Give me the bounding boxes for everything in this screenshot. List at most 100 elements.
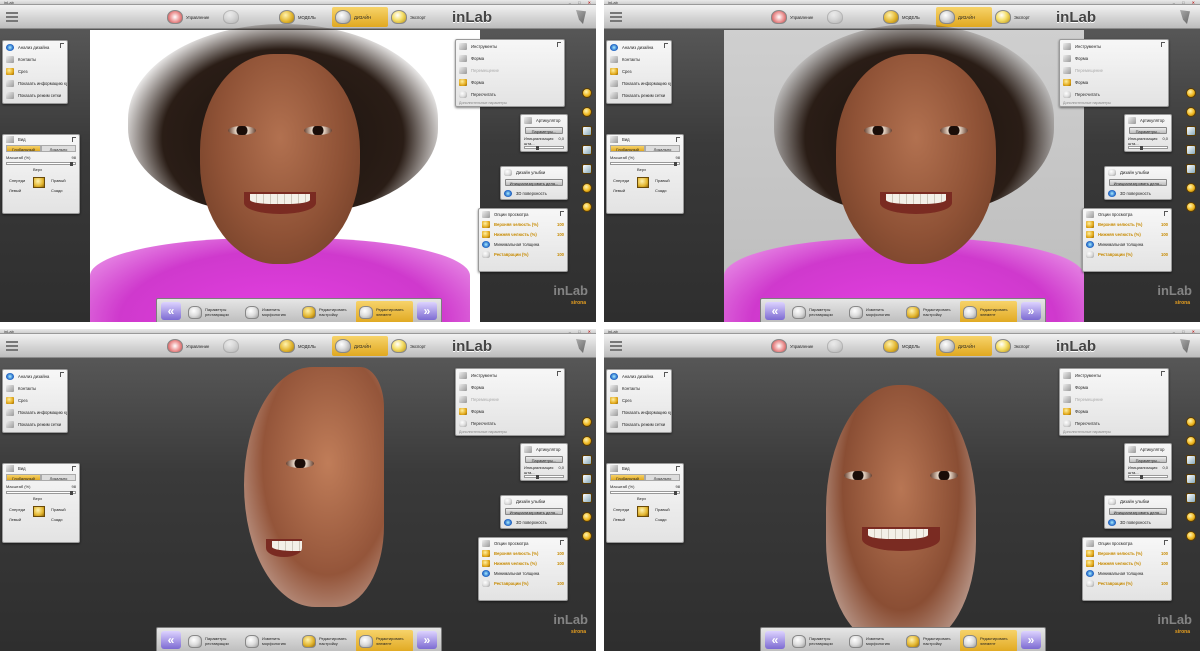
view-left[interactable]: Левый (9, 188, 21, 193)
view-option-item[interactable]: Реставрации (%) 100 (479, 578, 567, 588)
pin-icon[interactable] (664, 43, 668, 48)
face-model[interactable] (826, 385, 976, 645)
3d-viewport[interactable]: Анализ дизайна Контакты Срез Показать инфор… (604, 24, 1200, 322)
view-front[interactable]: Спереди (9, 507, 25, 512)
view-option-item[interactable]: Минимальная толщина (479, 568, 567, 578)
view-option-item[interactable]: Нижняя челюсть (%) 100 (1083, 229, 1171, 239)
tool-item[interactable]: Перемещение (456, 393, 564, 405)
view-right[interactable]: Правый (51, 507, 66, 512)
tab-local[interactable]: Локально (41, 145, 76, 152)
smile-teeth[interactable] (244, 192, 316, 214)
view-left[interactable]: Левый (613, 517, 625, 522)
tooth-tool-icon[interactable] (1186, 455, 1196, 465)
display-option-item[interactable]: Срез (607, 394, 671, 406)
wizard-step[interactable]: Параметры реставрации (789, 630, 846, 651)
gold-tool-icon[interactable] (582, 107, 592, 117)
view-option-item[interactable]: Реставрации (%) 100 (1083, 249, 1171, 259)
articulator-params-button[interactable]: Параметры... (525, 456, 563, 463)
view-option-item[interactable]: Нижняя челюсть (%) 100 (479, 558, 567, 568)
help-icon[interactable] (1180, 339, 1190, 353)
step-design[interactable]: ДИЗАЙН (332, 336, 388, 356)
step-design[interactable]: ДИЗАЙН (936, 336, 992, 356)
tool-item[interactable]: Форма (456, 76, 564, 88)
tab-global[interactable]: Глобальный (6, 474, 41, 481)
articulator-slider[interactable] (1128, 475, 1168, 479)
wizard-step[interactable]: Редактировать настройку (903, 630, 960, 651)
blue-tool-icon[interactable] (1186, 493, 1196, 503)
articulator-slider[interactable] (1128, 146, 1168, 150)
tool-item[interactable]: Форма (1060, 76, 1168, 88)
display-option-item[interactable]: Показать информацию курсора (607, 77, 671, 89)
tools-footer[interactable]: Дополнительные параметры (456, 100, 564, 106)
tab-local[interactable]: Локально (645, 474, 680, 481)
view-option-item[interactable]: Нижняя челюсть (%) 100 (1083, 558, 1171, 568)
gold-tool-icon[interactable] (582, 436, 592, 446)
view-top[interactable]: Верх (637, 496, 646, 501)
step-export[interactable]: Экспорт (388, 7, 444, 27)
surface-toggle-icon[interactable] (504, 518, 512, 526)
face-model[interactable] (244, 367, 384, 607)
tab-global[interactable]: Глобальный (6, 145, 41, 152)
gold-tool-icon[interactable] (1186, 531, 1196, 541)
scale-slider[interactable] (610, 491, 680, 495)
pin-icon[interactable] (72, 137, 76, 142)
display-option-item[interactable]: Контакты (607, 53, 671, 65)
wizard-next-button[interactable]: » (417, 302, 437, 320)
view-left[interactable]: Левый (613, 188, 625, 193)
tool-item[interactable]: Перемещение (1060, 64, 1168, 76)
view-cube-icon[interactable] (33, 506, 45, 517)
display-option-item[interactable]: Контакты (607, 382, 671, 394)
smile-init-button[interactable]: Инициализировать дела... (1109, 179, 1167, 186)
display-option-item[interactable]: Показать режим сетки (3, 89, 67, 101)
surface-toggle-row[interactable]: 3D поверхность (501, 188, 567, 198)
tooth-tool-icon[interactable] (1186, 126, 1196, 136)
articulator-params-button[interactable]: Параметры... (1129, 127, 1167, 134)
step-control[interactable]: Управление (768, 7, 824, 27)
step-export[interactable]: Экспорт (992, 336, 1048, 356)
view-option-item[interactable]: Нижняя челюсть (%) 100 (479, 229, 567, 239)
gold-tool-icon[interactable] (1186, 512, 1196, 522)
tools-footer[interactable]: Дополнительные параметры (456, 429, 564, 435)
surface-toggle-row[interactable]: 3D поверхность (1105, 188, 1171, 198)
blue-tool-icon[interactable] (582, 493, 592, 503)
display-option-item[interactable]: Показать режим сетки (607, 89, 671, 101)
pin-icon[interactable] (560, 540, 564, 545)
display-option-item[interactable]: Контакты (3, 53, 67, 65)
tool-item[interactable]: Пересчитать (456, 417, 564, 429)
gold-tool-icon[interactable] (1186, 202, 1196, 212)
step-export[interactable]: Экспорт (992, 7, 1048, 27)
step-control[interactable]: Управление (164, 336, 220, 356)
articulator-params-button[interactable]: Параметры... (1129, 456, 1167, 463)
smile-init-button[interactable]: Инициализировать дела... (505, 179, 563, 186)
display-option-item[interactable]: Показать режим сетки (3, 418, 67, 430)
view-cube-icon[interactable] (637, 506, 649, 517)
view-right[interactable]: Правый (655, 178, 670, 183)
step-scan[interactable] (824, 7, 880, 27)
pin-icon[interactable] (60, 372, 64, 377)
tool-item[interactable]: Пересчитать (456, 88, 564, 100)
smile-teeth[interactable] (880, 192, 952, 214)
pin-icon[interactable] (60, 43, 64, 48)
articulator-slider[interactable] (524, 475, 564, 479)
step-model[interactable]: МОДЕЛЬ (880, 336, 936, 356)
tool-item[interactable]: Перемещение (1060, 393, 1168, 405)
view-cube-icon[interactable] (637, 177, 649, 188)
gold-tool-icon[interactable] (582, 512, 592, 522)
tool-item[interactable]: Форма (456, 405, 564, 417)
step-scan[interactable] (824, 336, 880, 356)
3d-viewport[interactable]: Анализ дизайна Контакты Срез Показать инфор… (604, 359, 1200, 651)
articulator-params-button[interactable]: Параметры... (525, 127, 563, 134)
book-icon[interactable] (582, 474, 592, 484)
hamburger-menu-icon[interactable] (6, 341, 18, 351)
wizard-next-button[interactable]: » (1021, 302, 1041, 320)
gold-tool-icon[interactable] (582, 531, 592, 541)
display-option-item[interactable]: Показать информацию курсора (607, 406, 671, 418)
display-option-item[interactable]: Показать режим сетки (607, 418, 671, 430)
view-option-item[interactable]: Минимальная толщина (479, 239, 567, 249)
face-model[interactable] (200, 54, 360, 264)
wizard-step[interactable]: Изменить морфологию (242, 301, 299, 322)
smile-init-button[interactable]: Инициализировать дела... (505, 508, 563, 515)
display-option-item[interactable]: Срез (607, 65, 671, 77)
surface-toggle-icon[interactable] (504, 189, 512, 197)
wizard-step[interactable]: Редактировать элемент (960, 301, 1017, 322)
